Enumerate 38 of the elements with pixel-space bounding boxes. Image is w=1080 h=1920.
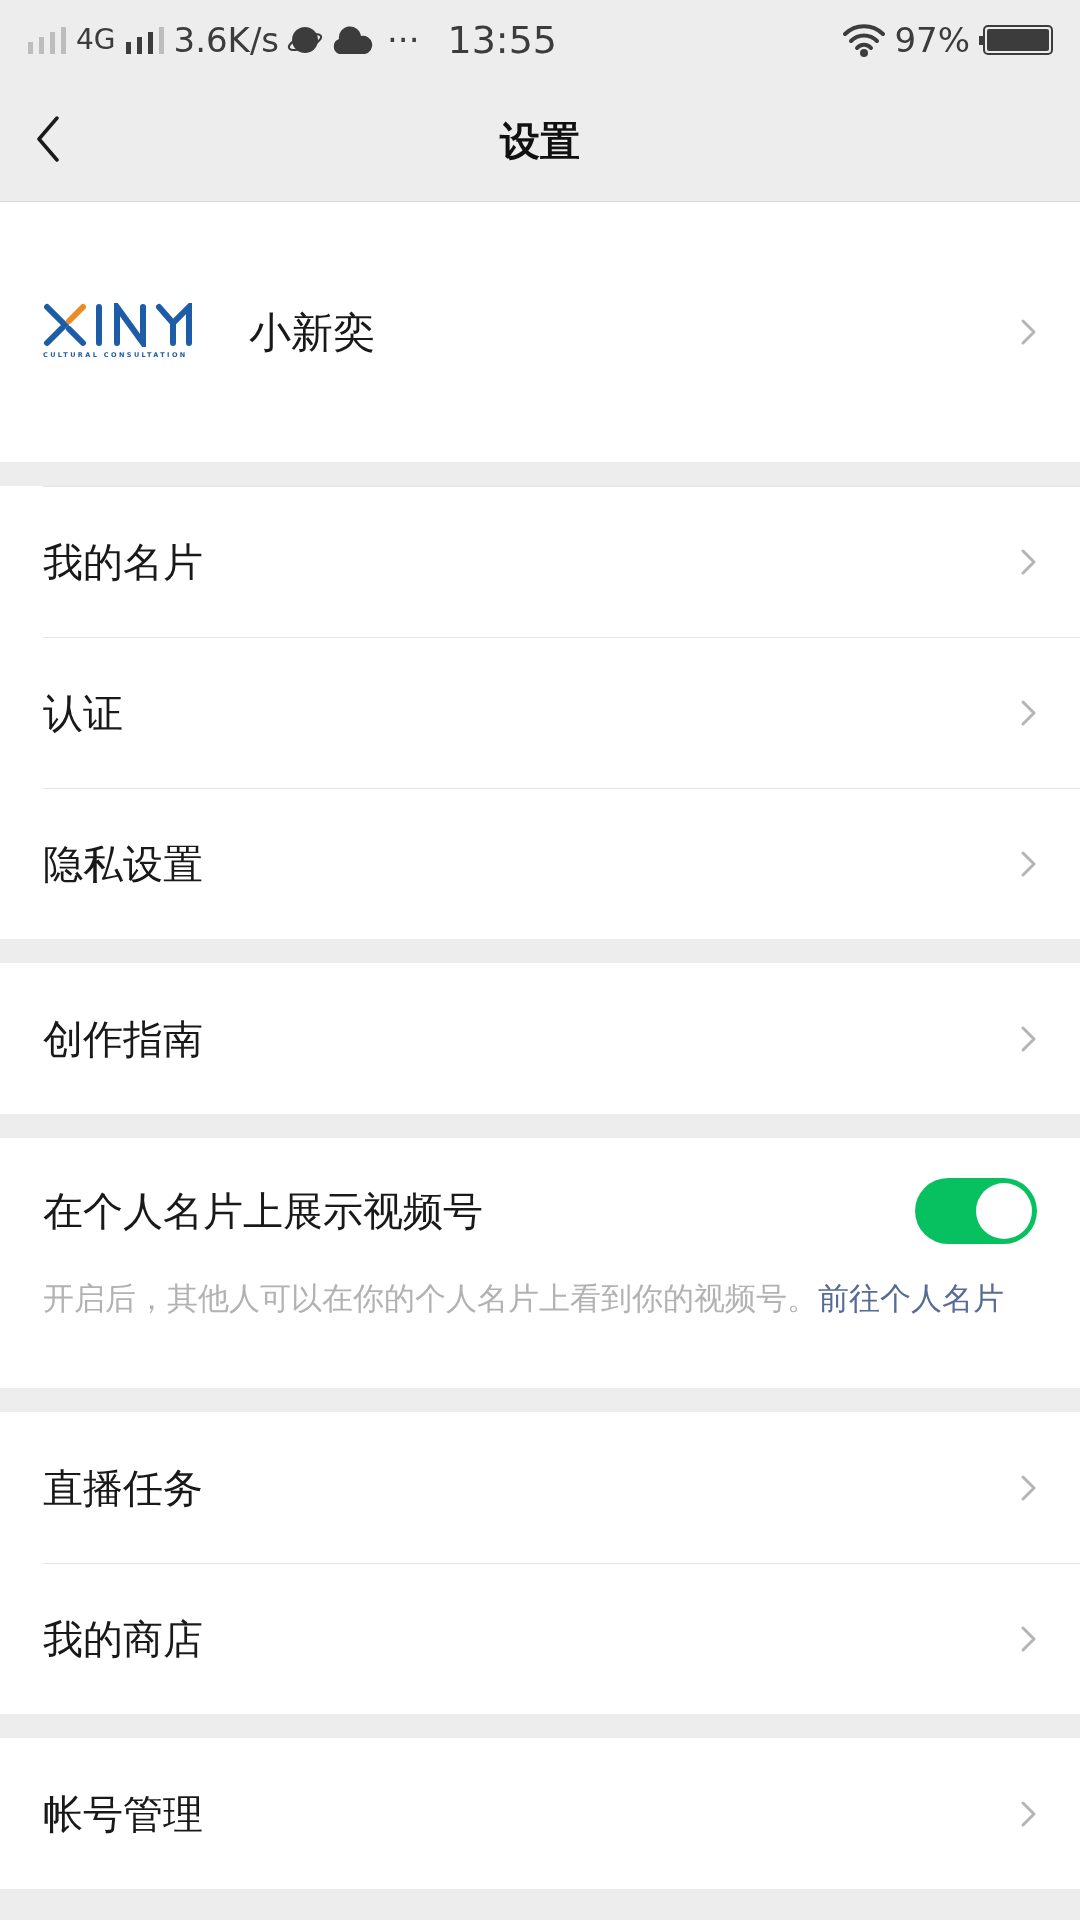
chevron-icon [1020,318,1037,346]
cloud-icon [331,25,374,55]
settings-row[interactable]: 隐私设置 [43,788,1080,939]
row-label: 帐号管理 [43,1789,203,1839]
row-label: 隐私设置 [43,840,203,889]
chevron-icon [1020,1625,1037,1654]
network-speed: 3.6K/s [173,18,280,62]
settings-row[interactable]: 认证 [43,637,1080,788]
chevron-icon [1020,1799,1037,1828]
profile-link[interactable]: 前往个人名片 [818,1280,1004,1316]
clock: 13:55 [447,16,557,64]
settings-row[interactable]: 直播任务 [43,1412,1080,1564]
row-label: 创作指南 [43,1014,203,1064]
back-icon [36,116,60,162]
battery-icon [978,24,1054,56]
row-label: 我的名片 [43,538,203,587]
page-title: 设置 [500,116,580,166]
logo-icon [43,303,195,348]
profile-name: 小新奕 [249,306,375,359]
network-type: 4G [76,22,116,58]
battery-percent: 97% [894,18,970,62]
row-label: 认证 [43,689,123,738]
chevron-icon [1020,699,1037,727]
signal-icon [26,26,68,54]
signal-icon [123,26,166,54]
more-dots: ··· [387,18,420,62]
chevron-icon [1020,850,1037,878]
chevron-icon [1020,1473,1037,1502]
back-button[interactable] [36,116,60,162]
wifi-icon [842,23,887,57]
chevron-icon [1020,548,1037,576]
chevron-icon [1020,1024,1037,1053]
settings-row[interactable]: 我的商店 [43,1563,1080,1715]
description-text: 开启后，其他人可以在你的个人名片上看到你的视频号。前往个人名片 [43,1279,1005,1318]
settings-row[interactable]: 我的名片 [43,486,1080,637]
row-label: 直播任务 [43,1463,203,1513]
row-label: 在个人名片上展示视频号 [43,1187,483,1236]
row-label: 我的商店 [43,1615,203,1665]
